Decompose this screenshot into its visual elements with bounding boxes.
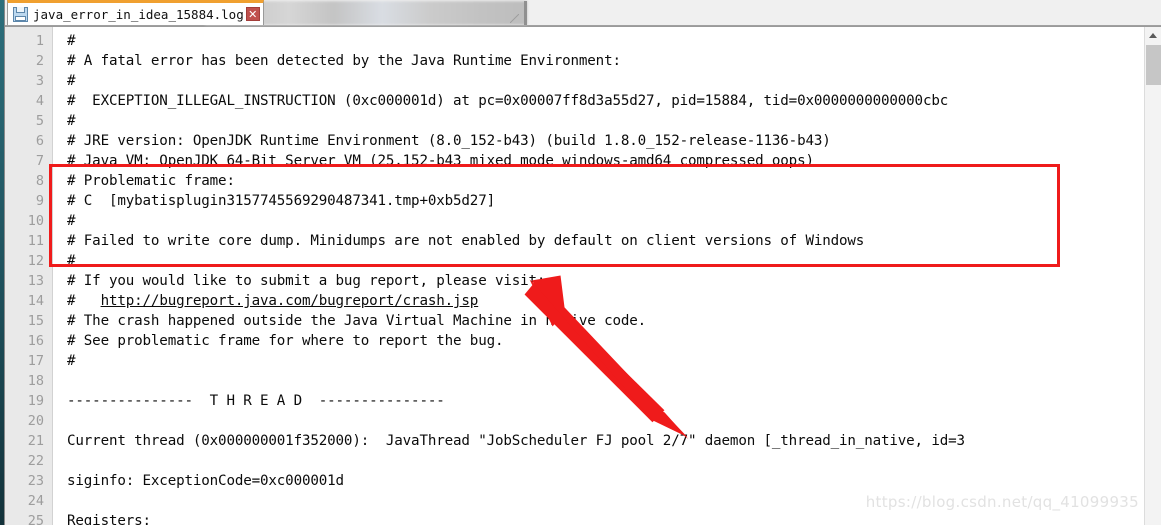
tab-label: java_error_in_idea_15884.log (33, 6, 244, 22)
close-icon[interactable]: ✕ (245, 7, 260, 21)
line-number: 17 (27, 353, 44, 369)
line-number: 21 (27, 433, 44, 449)
code-line: # EXCEPTION_ILLEGAL_INSTRUCTION (0xc0000… (67, 93, 949, 109)
line-number: 20 (27, 413, 44, 429)
line-number: 2 (35, 53, 44, 69)
tab-bar: java_error_in_idea_15884.log ✕ (5, 0, 1161, 26)
code-line-with-link: # http://bugreport.java.com/bugreport/cr… (67, 291, 1161, 311)
line-number: 1 (35, 33, 44, 49)
line-number: 9 (35, 193, 44, 209)
bugreport-url-link[interactable]: http://bugreport.java.com/bugreport/cras… (101, 293, 479, 309)
code-content[interactable]: # # A fatal error has been detected by t… (53, 27, 1161, 525)
line-number: 6 (35, 133, 44, 149)
line-number: 7 (35, 153, 44, 169)
code-line: # (67, 213, 76, 229)
code-line: Registers: (67, 513, 151, 525)
code-line: # (67, 33, 76, 49)
code-line: # JRE version: OpenJDK Runtime Environme… (67, 133, 831, 149)
line-number: 11 (27, 233, 44, 249)
code-line: # A fatal error has been detected by the… (67, 53, 621, 69)
line-number-gutter: 1 2 3 4 5 6 7 8 9 10 11 12 13 14 15 16 1… (5, 27, 53, 525)
code-line: # If you would like to submit a bug repo… (67, 273, 546, 289)
line-number: 18 (27, 373, 44, 389)
line-number: 14 (27, 293, 44, 309)
code-line: # The crash happened outside the Java Vi… (67, 313, 647, 329)
line-number: 12 (27, 253, 44, 269)
code-line: # (67, 253, 76, 269)
code-line-prefix: # (67, 293, 101, 309)
scrollbar-thumb[interactable] (1146, 45, 1161, 85)
code-line: # See problematic frame for where to rep… (67, 333, 504, 349)
line-number: 24 (27, 493, 44, 509)
vertical-scrollbar[interactable] (1144, 27, 1161, 525)
editor-area: 1 2 3 4 5 6 7 8 9 10 11 12 13 14 15 16 1… (5, 26, 1161, 525)
code-line: # C [mybatisplugin3157745569290487341.tm… (67, 193, 495, 209)
line-number: 16 (27, 333, 44, 349)
code-line: Current thread (0x000000001f352000): Jav… (67, 433, 965, 449)
code-line: siginfo: ExceptionCode=0xc000001d (67, 473, 344, 489)
disk-save-icon (13, 6, 28, 22)
code-line: # Problematic frame: (67, 173, 235, 189)
line-number: 3 (35, 73, 44, 89)
code-line: # (67, 73, 76, 89)
code-line: # Java VM: OpenJDK 64-Bit Server VM (25.… (67, 153, 814, 169)
line-number: 23 (27, 473, 44, 489)
tab-region-edge (524, 1, 527, 25)
line-number: 15 (27, 313, 44, 329)
line-number: 22 (27, 453, 44, 469)
line-number: 5 (35, 113, 44, 129)
scroll-up-arrow-icon[interactable] (1145, 27, 1161, 43)
tab-java-error-log[interactable]: java_error_in_idea_15884.log ✕ (7, 0, 264, 25)
line-number: 8 (35, 173, 44, 189)
line-number: 10 (27, 213, 44, 229)
code-line: # (67, 353, 76, 369)
line-number: 13 (27, 273, 44, 289)
line-number: 25 (27, 513, 44, 525)
text-editor-window: java_error_in_idea_15884.log ✕ 1 2 3 4 5… (4, 0, 1161, 525)
line-number: 4 (35, 93, 44, 109)
resize-grip-icon (510, 14, 519, 23)
code-line: --------------- T H R E A D ------------… (67, 393, 445, 409)
code-line: # Failed to write core dump. Minidumps a… (67, 233, 865, 249)
line-number: 19 (27, 393, 44, 409)
code-line: # (67, 113, 76, 129)
